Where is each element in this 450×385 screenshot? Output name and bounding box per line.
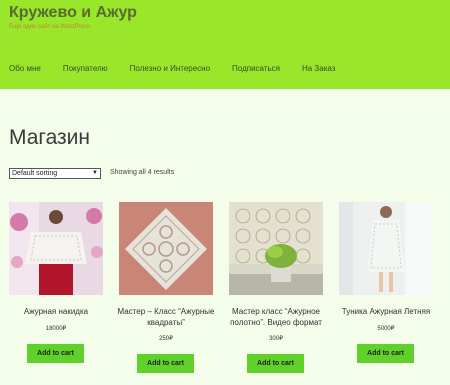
site-header: Кружево и Ажур Ещё один сайт на WordPres… [0,0,450,89]
product-name[interactable]: Мастер – Класс “Ажурные квадраты” [109,306,223,328]
nav-item-order[interactable]: На Заказ [302,64,335,76]
main-nav: Обо мне Покупателю Полезно и Интересно П… [9,64,335,76]
add-to-cart-button[interactable]: Add to cart [137,354,194,373]
sorting-select[interactable]: Default sorting ▼ [9,168,101,179]
product-price: 18000₽ [45,326,67,332]
add-to-cart-button[interactable]: Add to cart [357,344,414,363]
product-image[interactable] [229,202,323,295]
product-name[interactable]: Мастер класс “Ажурное полотно”. Видео фо… [219,306,333,328]
nav-item-about[interactable]: Обо мне [9,64,41,76]
add-to-cart-button[interactable]: Add to cart [247,354,304,373]
product-image[interactable] [119,202,213,295]
product-price: 250₽ [159,336,173,342]
chevron-down-icon: ▼ [92,170,98,176]
product-card: Туника Ажурная Летняя 5000₽ Add to cart [339,202,433,363]
product-image[interactable] [339,202,433,295]
product-card: Мастер – Класс “Ажурные квадраты” 250₽ A… [118,202,215,373]
product-card: Ажурная накидка 18000₽ Add to cart [9,202,103,363]
page-title: Магазин [9,126,91,149]
nav-item-buyer[interactable]: Покупателю [63,64,108,76]
product-card: Мастер класс “Ажурное полотно”. Видео фо… [229,202,323,373]
results-count: Showing all 4 results [110,169,175,176]
product-price: 5000₽ [377,326,395,332]
product-name[interactable]: Ажурная накидка [0,306,113,317]
product-name[interactable]: Туника Ажурная Летняя [329,306,443,317]
sorting-value: Default sorting [12,170,58,177]
site-title[interactable]: Кружево и Ажур [9,4,137,22]
product-price: 300₽ [269,336,283,342]
add-to-cart-button[interactable]: Add to cart [27,344,84,363]
nav-item-useful[interactable]: Полезно и Интересно [130,64,210,76]
site-description: Ещё один сайт на WordPress [9,24,90,30]
product-image[interactable] [9,202,103,295]
nav-item-subscribe[interactable]: Подписаться [232,64,280,76]
